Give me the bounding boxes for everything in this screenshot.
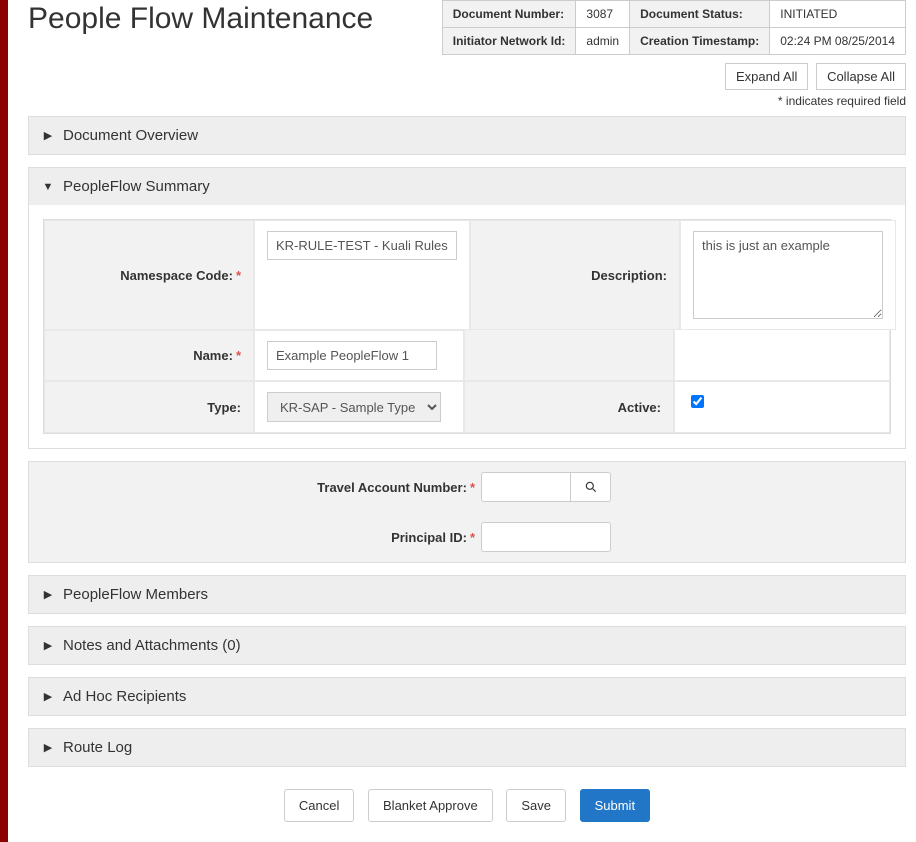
namespace-code-input[interactable] [267,231,457,260]
page-title: People Flow Maintenance [28,0,373,36]
expand-all-button[interactable]: Expand All [725,63,808,90]
save-button[interactable]: Save [506,789,566,822]
caret-right-icon: ▶ [41,129,55,143]
namespace-code-label: Namespace Code: [120,268,233,283]
created-label: Creation Timestamp: [630,28,770,55]
principal-id-input[interactable] [481,522,611,552]
active-checkbox[interactable] [691,395,704,408]
doc-number-label: Document Number: [442,1,576,28]
doc-status-value: INITIATED [770,1,906,28]
section-header-route-log[interactable]: ▶ Route Log [29,729,905,766]
principal-id-label: Principal ID: [391,530,467,545]
doc-number-value: 3087 [576,1,630,28]
section-header-notes-attachments[interactable]: ▶ Notes and Attachments (0) [29,627,905,664]
description-textarea[interactable] [693,231,883,319]
section-title-peopleflow-members: PeopleFlow Members [63,586,208,603]
search-icon [584,480,598,494]
section-header-peopleflow-summary[interactable]: ▼ PeopleFlow Summary [29,168,905,205]
section-title-peopleflow-summary: PeopleFlow Summary [63,178,210,195]
name-input[interactable] [267,341,437,370]
section-header-adhoc-recipients[interactable]: ▶ Ad Hoc Recipients [29,678,905,715]
submit-button[interactable]: Submit [580,789,650,822]
type-select[interactable]: KR-SAP - Sample Type [267,392,441,422]
caret-right-icon: ▶ [41,690,55,704]
section-title-notes-attachments: Notes and Attachments (0) [63,637,241,654]
travel-account-label: Travel Account Number: [317,480,467,495]
caret-down-icon: ▼ [41,180,55,194]
caret-right-icon: ▶ [41,588,55,602]
section-header-peopleflow-members[interactable]: ▶ PeopleFlow Members [29,576,905,613]
cancel-button[interactable]: Cancel [284,789,354,822]
created-value: 02:24 PM 08/25/2014 [770,28,906,55]
initiator-value: admin [576,28,630,55]
required-asterisk: * [236,348,241,363]
doc-status-label: Document Status: [630,1,770,28]
required-note: * indicates required field [28,94,906,108]
caret-right-icon: ▶ [41,639,55,653]
collapse-all-button[interactable]: Collapse All [816,63,906,90]
section-title-route-log: Route Log [63,739,132,756]
section-title-document-overview: Document Overview [63,127,198,144]
required-asterisk: * [470,530,475,545]
name-label: Name: [193,348,233,363]
description-label: Description: [591,268,667,283]
blanket-approve-button[interactable]: Blanket Approve [368,789,493,822]
active-label: Active: [618,400,661,415]
travel-account-input[interactable] [481,472,571,502]
type-label: Type: [207,400,241,415]
section-title-adhoc-recipients: Ad Hoc Recipients [63,688,186,705]
account-details-box: Travel Account Number:* Principal ID:* [28,461,906,563]
section-header-document-overview[interactable]: ▶ Document Overview [29,117,905,154]
caret-right-icon: ▶ [41,741,55,755]
required-asterisk: * [236,268,241,283]
initiator-label: Initiator Network Id: [442,28,576,55]
required-asterisk: * [470,480,475,495]
document-info-table: Document Number: 3087 Document Status: I… [442,0,906,55]
travel-account-lookup-button[interactable] [571,472,611,502]
